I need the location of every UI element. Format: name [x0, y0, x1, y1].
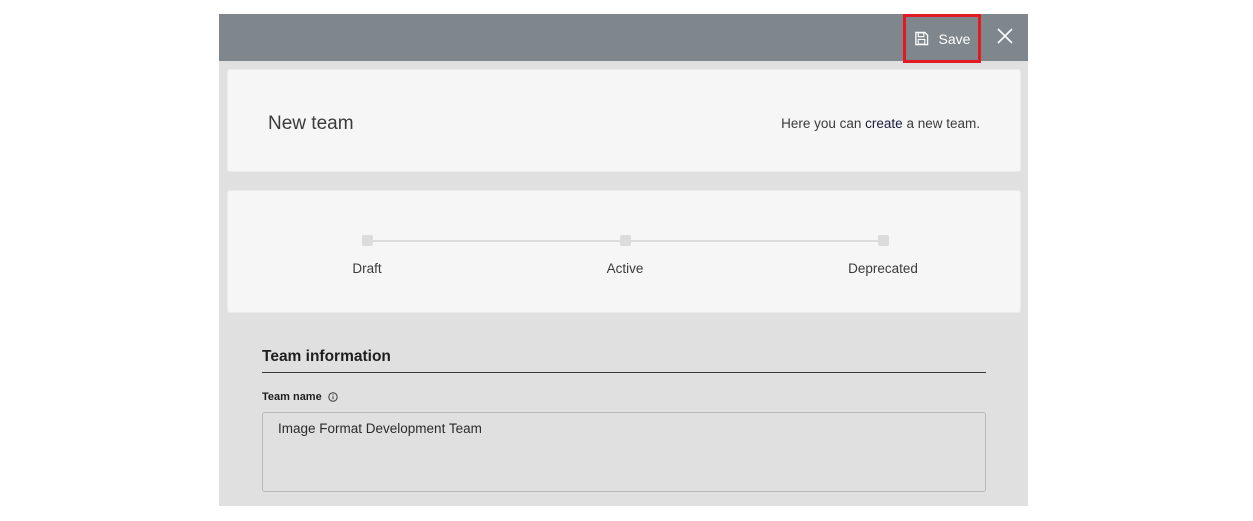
- close-button[interactable]: [993, 26, 1017, 50]
- status-label: Active: [606, 261, 644, 276]
- description-prefix: Here you can: [781, 116, 866, 131]
- status-step-deprecated[interactable]: Deprecated: [823, 235, 943, 276]
- close-icon: [997, 27, 1013, 49]
- status-step-active[interactable]: Active: [565, 235, 685, 276]
- status-label: Draft: [352, 261, 382, 276]
- description-suffix: a new team.: [902, 116, 980, 131]
- floppy-disk-icon: [914, 31, 929, 46]
- status-dot: [619, 235, 631, 246]
- page-title: New team: [268, 113, 354, 134]
- status-card: Draft Active Deprecated: [227, 190, 1021, 313]
- status-label: Deprecated: [848, 261, 918, 276]
- status-dot: [361, 235, 373, 246]
- header-card: New team Here you can create a new team.: [227, 69, 1021, 172]
- status-dot: [877, 235, 889, 246]
- save-button[interactable]: Save: [903, 14, 981, 63]
- info-icon[interactable]: [328, 392, 338, 402]
- new-team-panel: Save New team Here you can create a new …: [219, 14, 1028, 506]
- description-emphasis: create: [865, 116, 903, 131]
- status-step-draft[interactable]: Draft: [307, 235, 427, 276]
- team-name-label: Team name: [262, 391, 322, 403]
- team-name-label-row: Team name: [262, 391, 986, 403]
- team-name-field[interactable]: Image Format Development Team: [262, 412, 986, 492]
- team-information-section: Team information Team name Image Format …: [262, 348, 986, 492]
- section-title: Team information: [262, 348, 986, 373]
- save-label: Save: [938, 30, 971, 47]
- page-description: Here you can create a new team.: [781, 116, 980, 131]
- top-toolbar: Save: [219, 14, 1028, 63]
